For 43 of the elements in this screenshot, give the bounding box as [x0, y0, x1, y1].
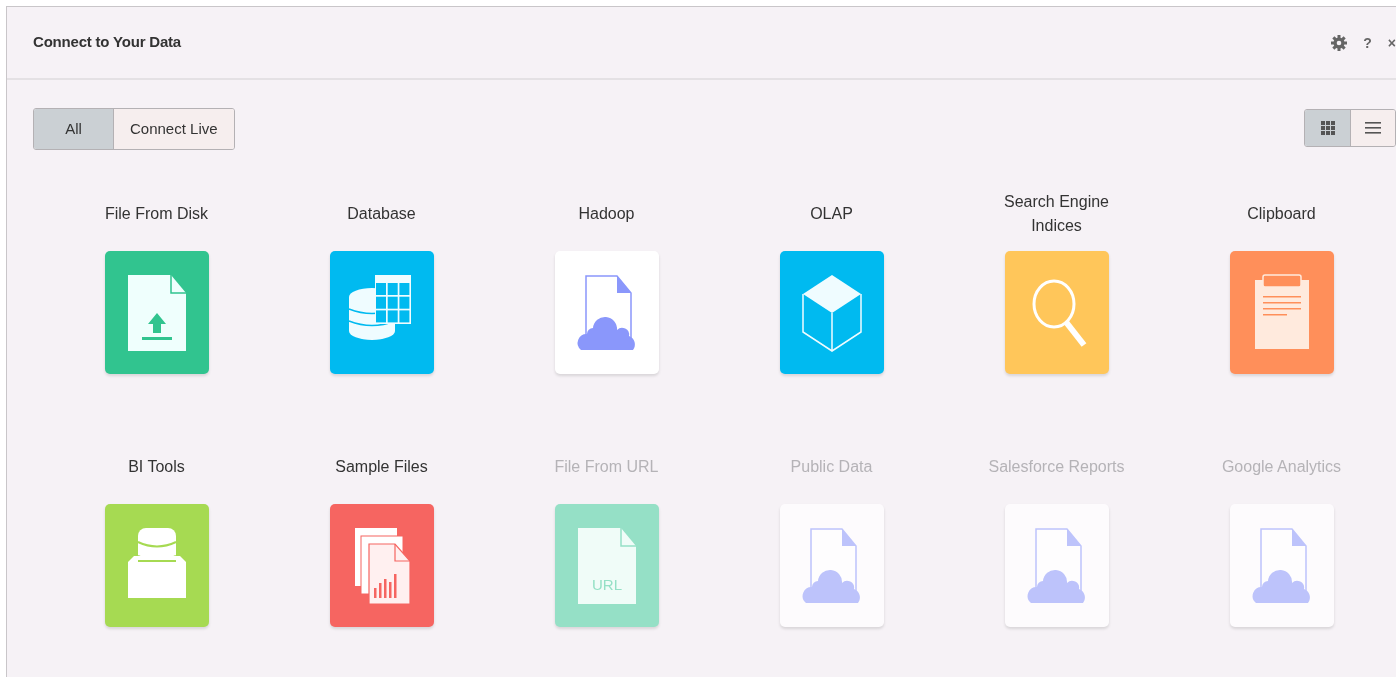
source-tile[interactable]	[104, 504, 209, 627]
cloud-file-icon	[802, 527, 860, 603]
source-tile[interactable]	[1229, 251, 1334, 374]
help-button[interactable]: ?	[1363, 35, 1372, 50]
close-button[interactable]: ×	[1387, 35, 1396, 50]
list-icon	[1365, 120, 1381, 135]
source-label: Clipboard	[1246, 204, 1317, 224]
view-toggle[interactable]	[1350, 109, 1395, 146]
settings-icon[interactable]	[1331, 34, 1348, 51]
source-tile[interactable]	[104, 251, 209, 374]
source-tile[interactable]	[1004, 251, 1109, 374]
file-icon	[577, 526, 637, 604]
cube-icon	[801, 274, 862, 352]
source-label: Sample Files	[334, 457, 429, 477]
source-label: File From URL	[553, 457, 660, 477]
grid-icon	[1320, 120, 1335, 135]
source-label: Google Analytics	[1220, 457, 1343, 477]
source-label: Search Engine Indices	[1003, 192, 1110, 236]
filter-tab[interactable]: Connect Live	[113, 109, 234, 149]
source-label: File From Disk	[103, 204, 210, 224]
view-toggle[interactable]	[1305, 109, 1350, 146]
search-icon	[1032, 279, 1086, 347]
source-label: Public Data	[789, 457, 874, 477]
upload-file-icon	[127, 273, 187, 351]
clipboard-icon	[1254, 273, 1309, 349]
source-label: BI Tools	[127, 457, 186, 477]
database-icon	[347, 274, 411, 340]
source-label: Hadoop	[577, 204, 636, 224]
cloud-file-icon	[577, 274, 635, 350]
source-label: Salesforce Reports	[987, 457, 1126, 477]
source-label: Database	[346, 204, 417, 224]
source-tile[interactable]	[329, 251, 434, 374]
window-title: Connect to Your Data	[33, 32, 181, 53]
source-tile[interactable]	[554, 251, 659, 374]
cloud-file-icon	[1027, 527, 1085, 603]
source-tile[interactable]	[779, 251, 884, 374]
source-tile[interactable]	[329, 504, 434, 627]
cloud-file-icon	[1252, 527, 1310, 603]
source-label: OLAP	[809, 204, 854, 224]
filter-tab[interactable]: All	[34, 109, 113, 149]
database-box-icon	[127, 527, 186, 598]
files-icon	[354, 527, 411, 605]
url-label: URL	[591, 575, 622, 593]
